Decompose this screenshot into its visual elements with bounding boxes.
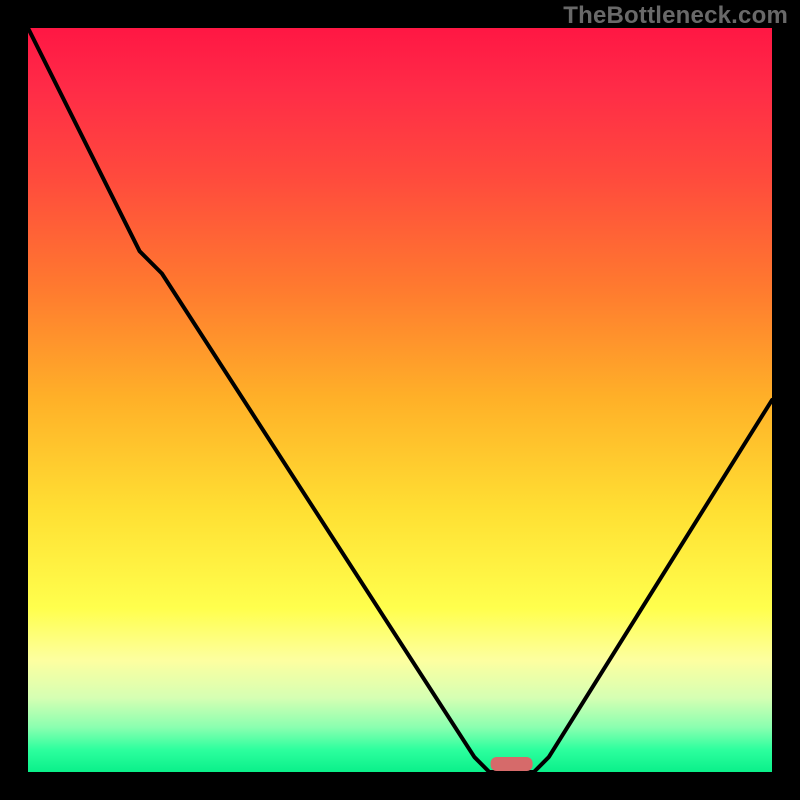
chart-plot-area	[28, 28, 772, 772]
watermark-text: TheBottleneck.com	[563, 2, 788, 30]
chart-svg	[28, 28, 772, 772]
chart-frame: TheBottleneck.com	[0, 0, 800, 800]
marker-pill	[491, 757, 533, 771]
gradient-background	[28, 28, 772, 772]
